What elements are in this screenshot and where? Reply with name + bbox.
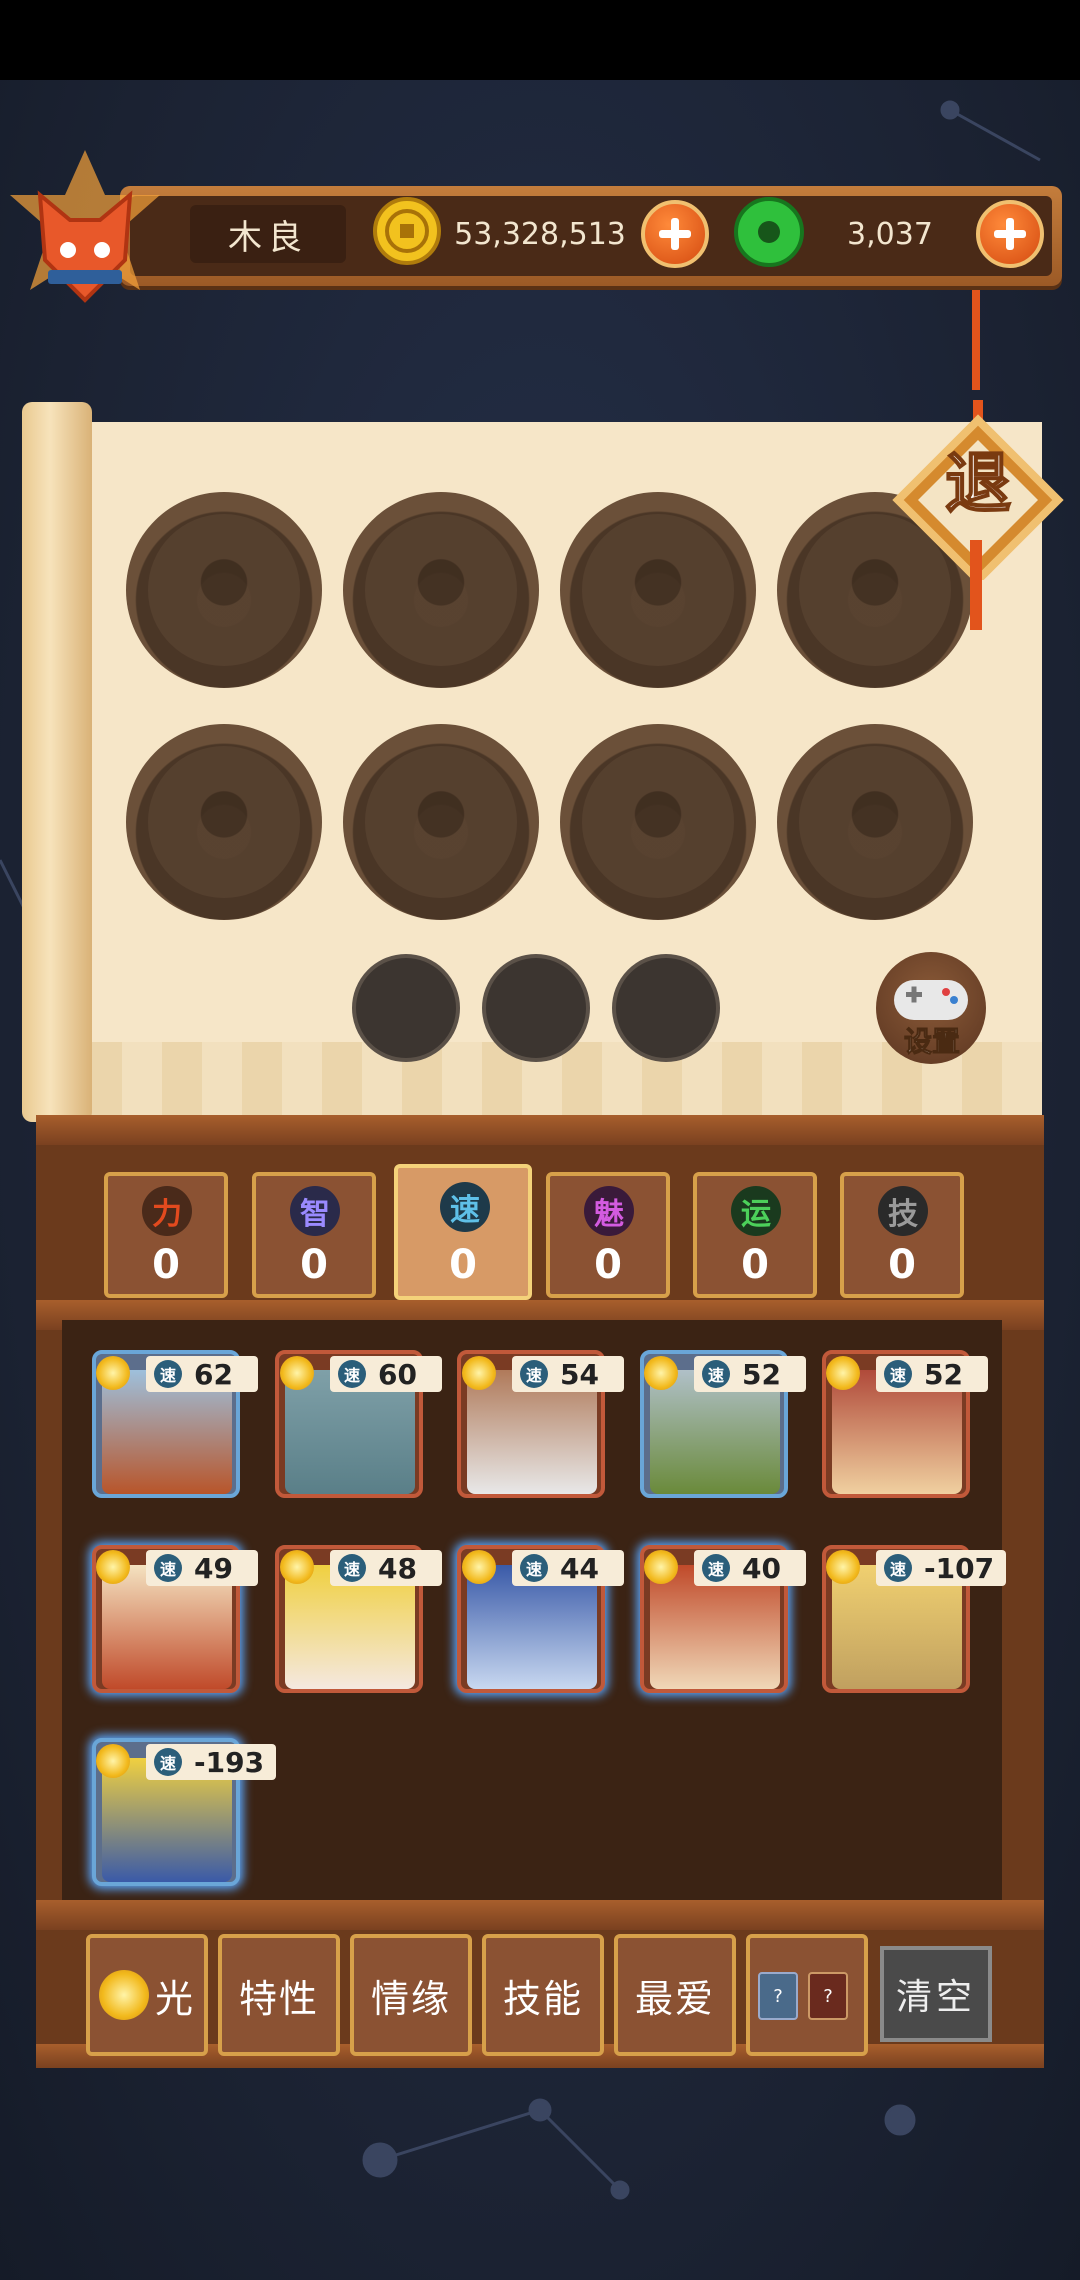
lineup-slot-1[interactable] xyxy=(126,492,322,688)
stat-intelligence-icon: 智 xyxy=(290,1186,340,1236)
filter-skill-button[interactable]: 技能 xyxy=(482,1934,604,2056)
gold-coin-icon xyxy=(373,197,441,265)
sun-icon xyxy=(462,1550,496,1584)
rice-bowl-slot-2[interactable] xyxy=(482,954,590,1062)
speed-icon: 速 xyxy=(154,1554,182,1582)
lineup-slot-5[interactable] xyxy=(126,724,322,920)
exit-tassel-icon xyxy=(970,290,982,630)
sun-icon xyxy=(280,1550,314,1584)
sun-icon xyxy=(96,1356,130,1390)
lineup-slot-6[interactable] xyxy=(343,724,539,920)
hero-10-speed: 速 -107 xyxy=(876,1550,1006,1586)
speed-icon: 速 xyxy=(154,1360,182,1388)
add-jade-button[interactable] xyxy=(976,200,1044,268)
speed-icon: 速 xyxy=(338,1360,366,1388)
filter-favorite-button[interactable]: 最爱 xyxy=(614,1934,736,2056)
stat-skill-icon: 技 xyxy=(878,1186,928,1236)
shelf-bottom xyxy=(36,1900,1044,1930)
hero-3-speed: 速 54 xyxy=(512,1356,624,1392)
stat-tab-strength[interactable]: 力 0 xyxy=(104,1172,228,1298)
speed-icon: 速 xyxy=(154,1748,182,1776)
stat-speed-value: 0 xyxy=(449,1242,477,1288)
filter-light-button[interactable]: 光 xyxy=(86,1934,208,2056)
sun-icon xyxy=(98,1970,149,2020)
jade-coin-icon xyxy=(734,197,804,267)
hero-2-speed: 速 60 xyxy=(330,1356,442,1392)
speed-icon: 速 xyxy=(520,1554,548,1582)
lineup-slot-3[interactable] xyxy=(560,492,756,688)
lineup-slot-8[interactable] xyxy=(777,724,973,920)
clear-button[interactable]: 清空 xyxy=(880,1946,992,2042)
stat-charm-icon: 魅 xyxy=(584,1186,634,1236)
coin-amount: 53,328,513 xyxy=(454,216,626,252)
rice-bowl-slot-1[interactable] xyxy=(352,954,460,1062)
hero-5-speed: 速 52 xyxy=(876,1356,988,1392)
stat-tab-speed[interactable]: 速 0 xyxy=(394,1164,532,1300)
stat-strength-icon: 力 xyxy=(142,1186,192,1236)
stat-tab-intelligence[interactable]: 智 0 xyxy=(252,1172,376,1298)
lineup-slot-2[interactable] xyxy=(343,492,539,688)
speed-icon: 速 xyxy=(884,1554,912,1582)
sun-icon xyxy=(462,1356,496,1390)
rice-bowl-slot-3[interactable] xyxy=(612,954,720,1062)
stat-strength-value: 0 xyxy=(152,1242,180,1288)
hero-4-speed: 速 52 xyxy=(694,1356,806,1392)
filter-trait-button[interactable]: 特性 xyxy=(218,1934,340,2056)
hero-1-speed: 速 62 xyxy=(146,1356,258,1392)
stat-speed-icon: 速 xyxy=(440,1182,490,1232)
unknown-type-icon-2: ? xyxy=(808,1972,848,2020)
stat-charm-value: 0 xyxy=(594,1242,622,1288)
sun-icon xyxy=(644,1356,678,1390)
hero-9-speed: 速 40 xyxy=(694,1550,806,1586)
unknown-type-icon-1: ? xyxy=(758,1972,798,2020)
speed-icon: 速 xyxy=(884,1360,912,1388)
player-name: 木良 xyxy=(190,205,346,263)
speed-icon: 速 xyxy=(338,1554,366,1582)
filter-bond-button[interactable]: 情缘 xyxy=(350,1934,472,2056)
sun-icon xyxy=(96,1744,130,1778)
speed-icon: 速 xyxy=(520,1360,548,1388)
hero-6-speed: 速 49 xyxy=(146,1550,258,1586)
sun-icon xyxy=(644,1550,678,1584)
stat-tab-luck[interactable]: 运 0 xyxy=(693,1172,817,1298)
add-coins-button[interactable] xyxy=(641,200,709,268)
stat-tab-charm[interactable]: 魅 0 xyxy=(546,1172,670,1298)
speed-icon: 速 xyxy=(702,1360,730,1388)
shelf-top xyxy=(36,1115,1044,1145)
sun-icon xyxy=(826,1550,860,1584)
sun-icon xyxy=(96,1550,130,1584)
hero-8-speed: 速 44 xyxy=(512,1550,624,1586)
stat-skill-value: 0 xyxy=(888,1242,916,1288)
sun-icon xyxy=(826,1356,860,1390)
sun-icon xyxy=(280,1356,314,1390)
speed-icon: 速 xyxy=(702,1554,730,1582)
stat-luck-icon: 运 xyxy=(731,1186,781,1236)
settings-label: 设置 xyxy=(903,1025,960,1059)
fox-mask-avatar-icon[interactable] xyxy=(10,150,160,320)
jade-amount: 3,037 xyxy=(847,216,933,252)
stat-tab-skill[interactable]: 技 0 xyxy=(840,1172,964,1298)
stat-luck-value: 0 xyxy=(741,1242,769,1288)
hero-11-speed: 速 -193 xyxy=(146,1744,276,1780)
hero-7-speed: 速 48 xyxy=(330,1550,442,1586)
lineup-slot-7[interactable] xyxy=(560,724,756,920)
stat-intelligence-value: 0 xyxy=(300,1242,328,1288)
